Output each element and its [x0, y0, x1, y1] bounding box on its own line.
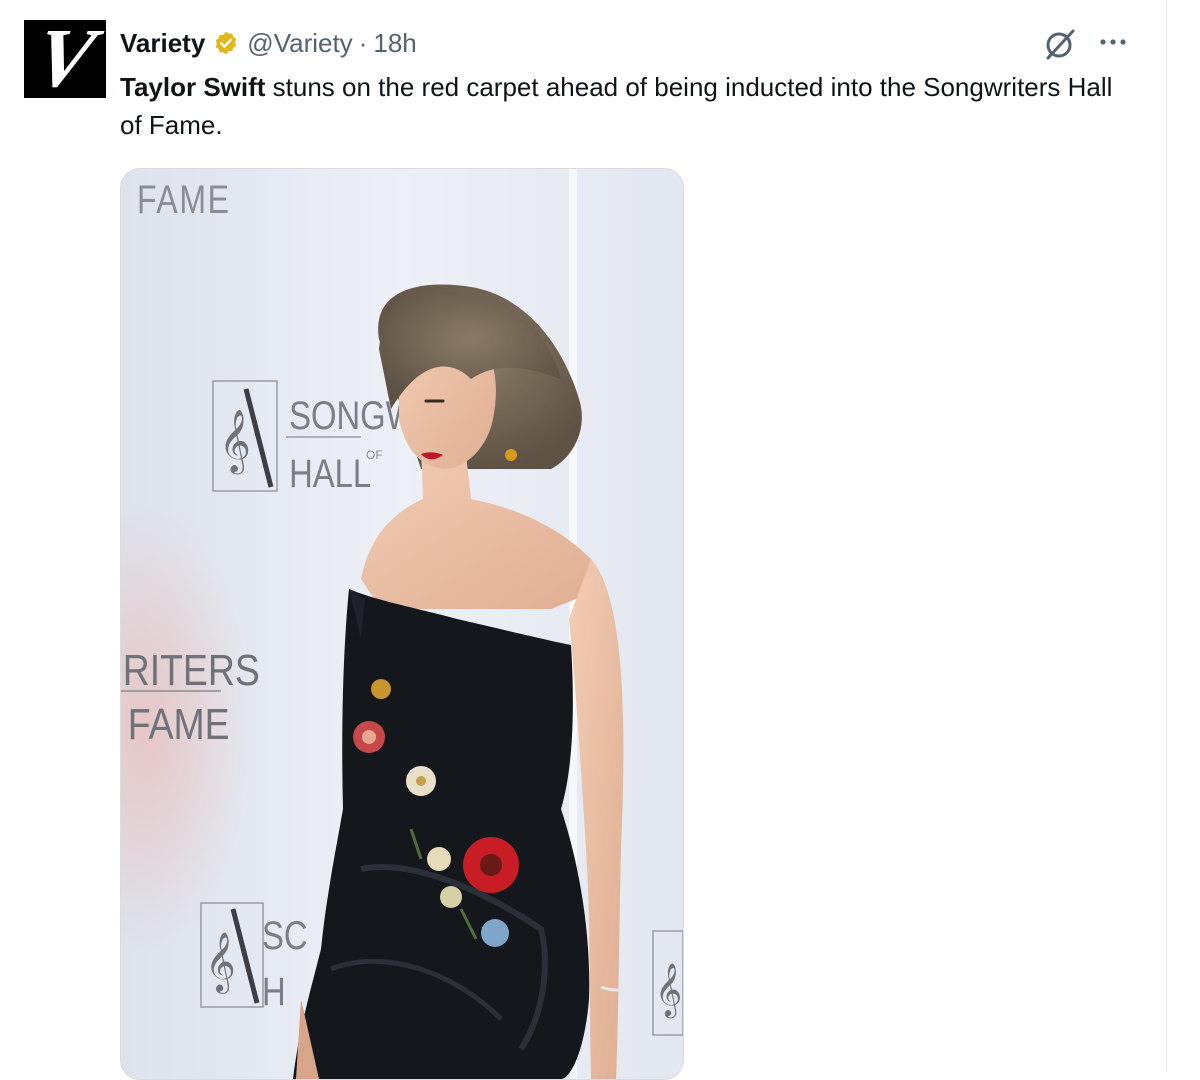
backdrop-text-top: FAME: [137, 177, 231, 222]
avatar[interactable]: V: [24, 20, 106, 98]
author-handle[interactable]: @Variety: [247, 28, 352, 59]
tweet-timestamp[interactable]: 18h: [373, 28, 416, 59]
svg-text:𝄞: 𝄞: [655, 962, 682, 1018]
backdrop-text-fame: FAME: [128, 699, 230, 749]
backdrop-text-songw: SONGW: [289, 393, 417, 438]
svg-text:𝄞: 𝄞: [205, 932, 236, 994]
backdrop-text-hall: HALL: [289, 451, 371, 496]
backdrop-text-bottom-s: SC: [262, 913, 308, 958]
grok-icon[interactable]: [1042, 28, 1078, 60]
tweet-header: Variety @Variety · 18h: [120, 28, 417, 58]
treble-clef-icon: 𝄞: [219, 409, 251, 475]
tweet-media[interactable]: FAME 𝄞 SONGW HALL OF RITERS FAME 𝄞 SC H …: [120, 168, 684, 1080]
separator-dot: ·: [358, 27, 368, 58]
backdrop-text-bottom-h: H: [262, 969, 286, 1014]
tweet-text: Taylor Swift stuns on the red carpet ahe…: [120, 68, 1130, 144]
tweet-text-bold[interactable]: Taylor Swift: [120, 72, 265, 102]
backdrop-text-riters: RITERS: [123, 645, 260, 695]
author-name[interactable]: Variety: [120, 28, 205, 59]
tweet-text-body: stuns on the red carpet ahead of being i…: [120, 72, 1113, 140]
more-icon[interactable]: [1096, 28, 1130, 54]
backdrop-text-of: OF: [366, 448, 383, 462]
avatar-logo: V: [27, 20, 103, 98]
media-photo: FAME 𝄞 SONGW HALL OF RITERS FAME 𝄞 SC H …: [121, 169, 683, 1079]
verified-badge-icon[interactable]: [213, 30, 239, 56]
timeline-divider: [1166, 0, 1167, 1072]
